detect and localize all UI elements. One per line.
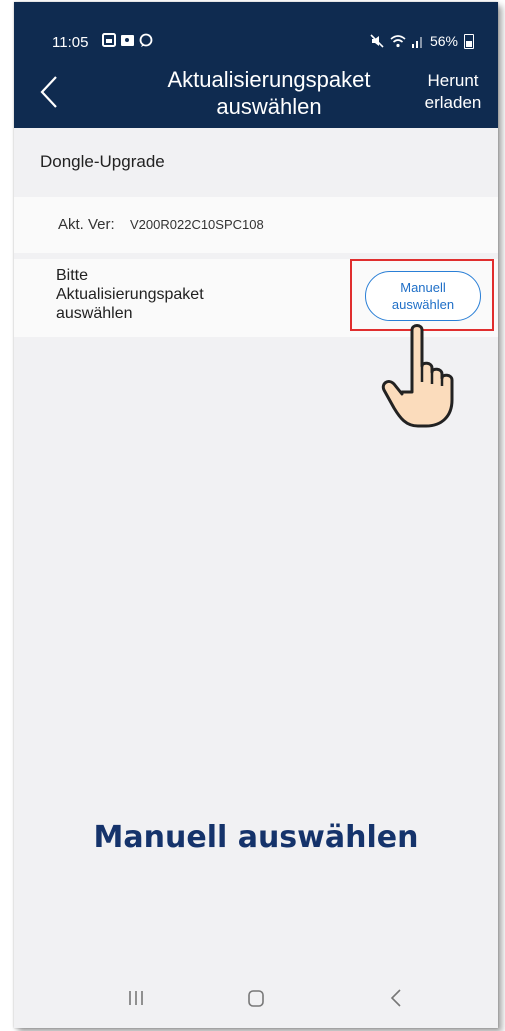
app-header: 11:05 56% Aktualisierungspaket auswählen…	[14, 2, 498, 128]
manual-select-button[interactable]: Manuell auswählen	[365, 271, 481, 321]
signal-icon	[411, 37, 422, 48]
download-button[interactable]: Herunt erladen	[416, 70, 490, 114]
system-nav-bar	[14, 968, 498, 1028]
screenshot-stage: 11:05 56% Aktualisierungspaket auswählen…	[0, 0, 505, 1031]
caption: Manuell auswählen	[93, 820, 419, 855]
chevron-left-icon	[40, 76, 57, 108]
home-button[interactable]	[236, 982, 276, 1014]
status-bar: 11:05 56%	[14, 2, 498, 51]
mute-icon	[370, 34, 384, 48]
phone-screen: 11:05 56% Aktualisierungspaket auswählen…	[14, 2, 498, 1028]
page-title: Aktualisierungspaket auswählen	[167, 67, 371, 119]
back-icon	[390, 989, 401, 1007]
recents-button[interactable]	[116, 982, 156, 1014]
package-select-label: Bitte Aktualisierungspaket auswählen	[56, 267, 204, 322]
back-button[interactable]	[36, 74, 64, 110]
notification-icons-svg	[102, 33, 153, 47]
wifi-icon	[390, 35, 406, 48]
status-right: 56%	[370, 33, 474, 49]
system-back-button[interactable]	[376, 982, 416, 1014]
pointing-hand-icon	[381, 324, 454, 428]
battery-percent: 56%	[429, 33, 458, 49]
version-row: Akt. Ver: V200R022C10SPC108	[14, 197, 498, 253]
battery-icon	[464, 33, 474, 49]
version-value: V200R022C10SPC108	[130, 217, 264, 232]
status-time: 11:05	[52, 34, 89, 51]
version-label: Akt. Ver:	[58, 216, 115, 233]
section-title: Dongle-Upgrade	[40, 152, 165, 171]
recents-icon	[129, 991, 143, 1005]
notification-icons	[102, 33, 156, 50]
home-icon	[248, 990, 264, 1007]
